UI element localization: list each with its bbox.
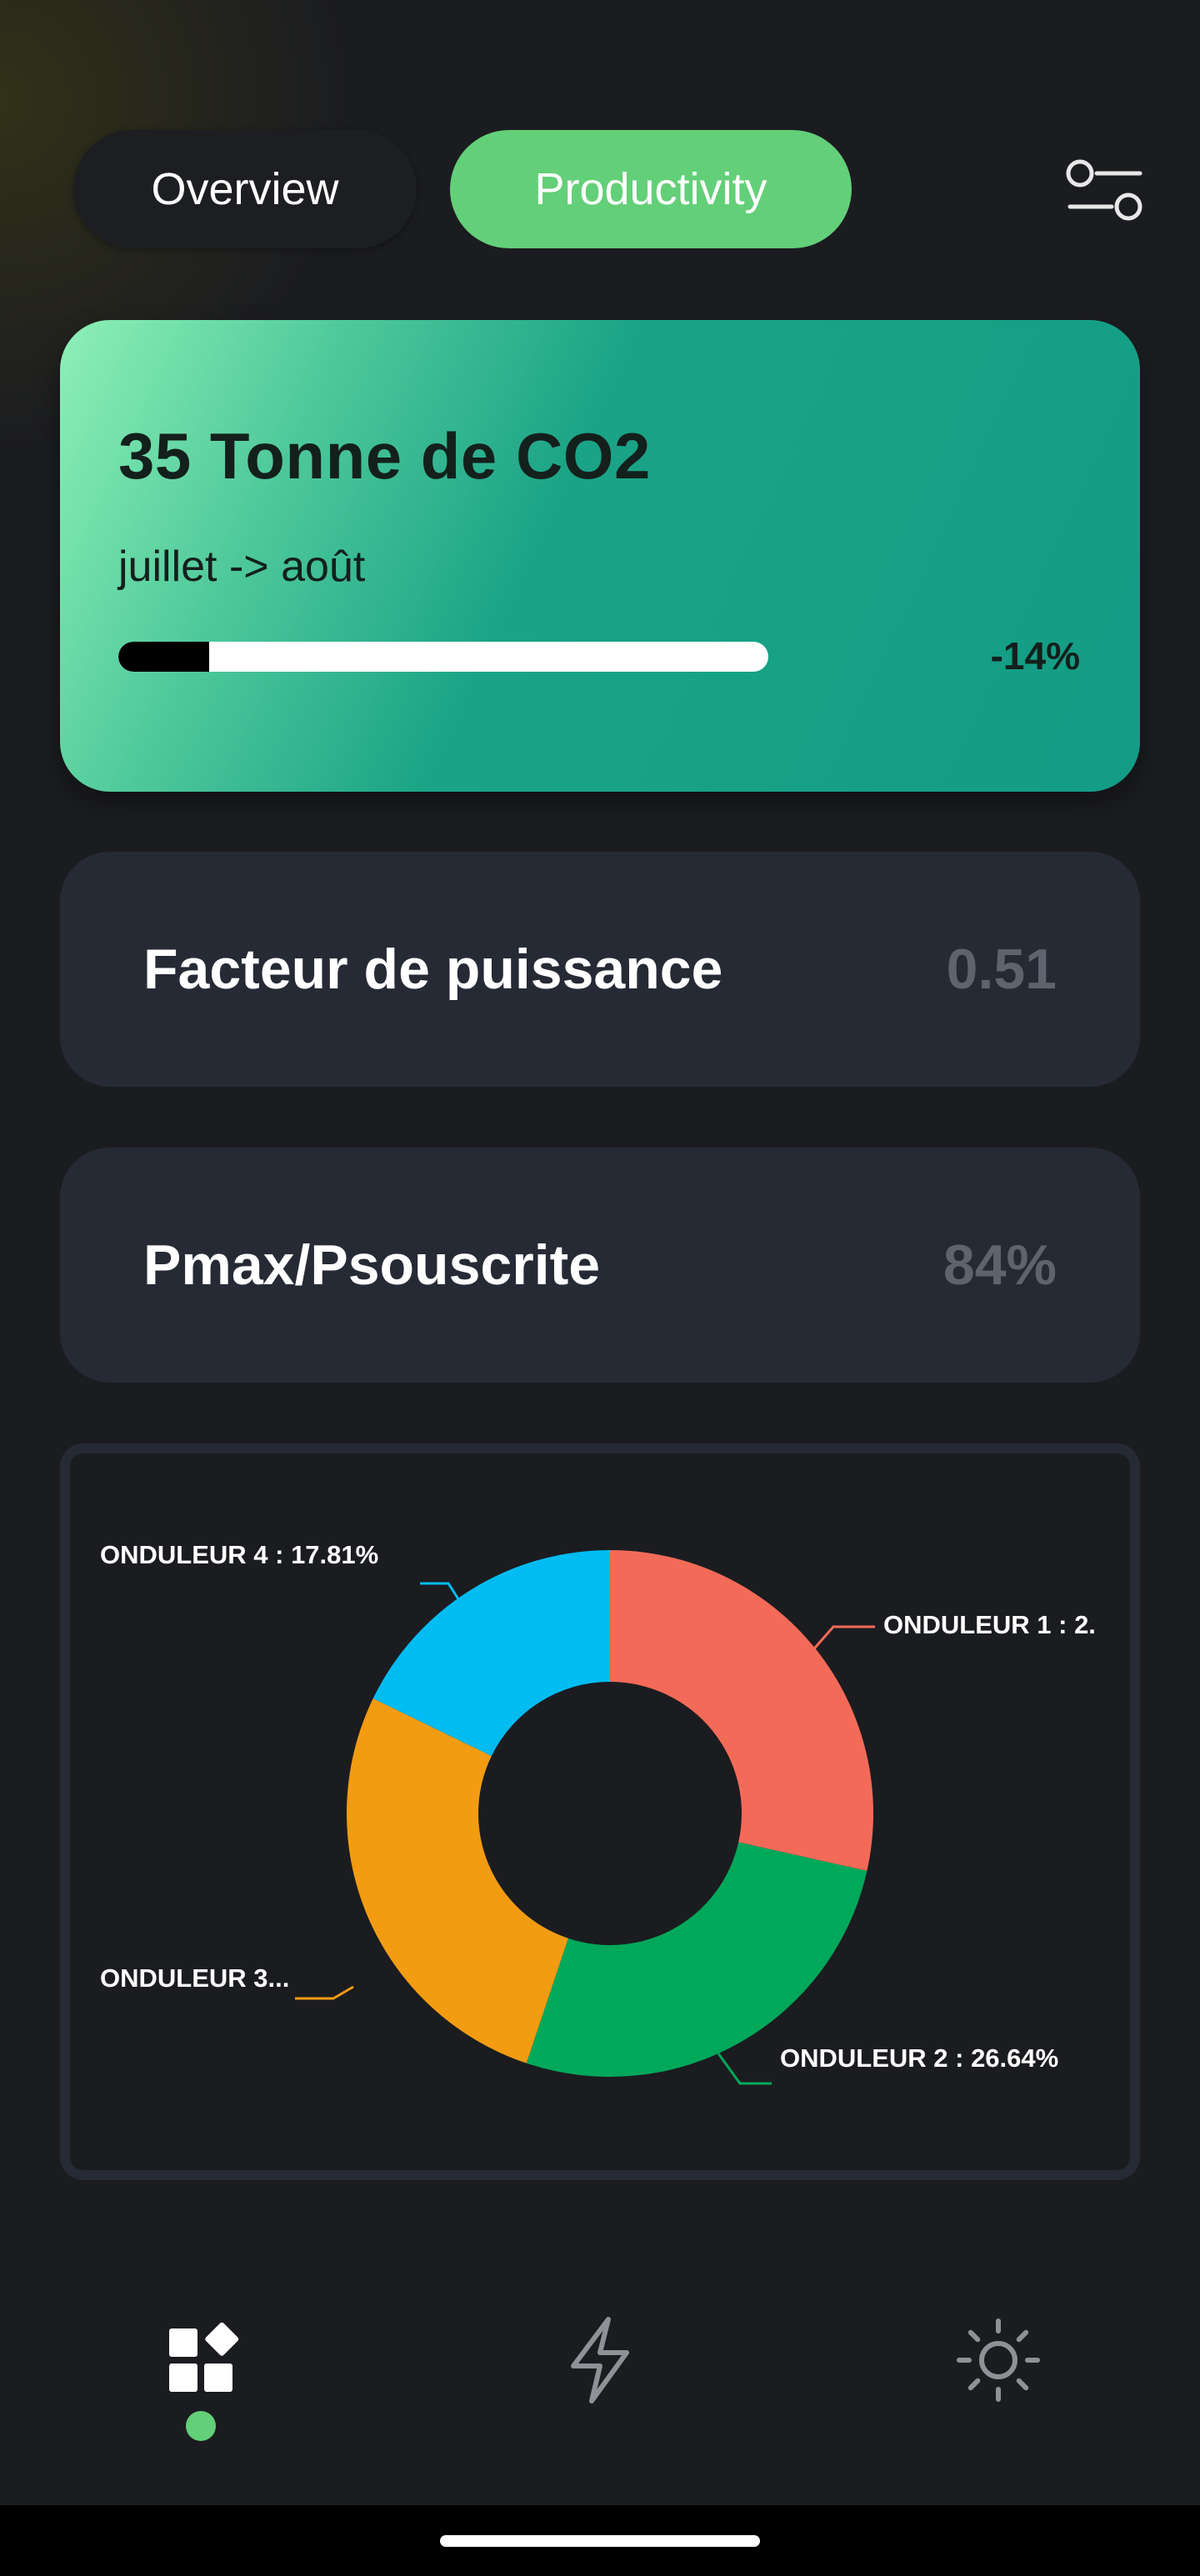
inverter-donut-chart: ONDULEUR 1 : 2. ONDULEUR 2 : 26.64% ONDULE… bbox=[60, 1443, 1140, 2180]
tab-productivity[interactable]: Productivity bbox=[450, 130, 852, 248]
metric-card-pmax[interactable]: Pmax/Psouscrite 84% bbox=[60, 1148, 1140, 1383]
sun-icon bbox=[957, 2318, 1040, 2402]
donut-leader-line-3 bbox=[295, 1985, 354, 2000]
donut-label-2: ONDULEUR 2 : 26.64% bbox=[780, 2043, 1058, 2073]
co2-delta: -14% bbox=[990, 634, 1080, 678]
co2-progress-bar bbox=[118, 642, 768, 672]
donut-label-1: ONDULEUR 1 : 2. bbox=[883, 1610, 1096, 1639]
nav-dashboard[interactable] bbox=[142, 2302, 259, 2418]
co2-period: juillet -> août bbox=[118, 543, 366, 591]
co2-title: 35 Tonne de CO2 bbox=[118, 419, 651, 493]
tab-productivity-label: Productivity bbox=[534, 164, 768, 214]
co2-summary-card: 35 Tonne de CO2 juillet -> août -14% bbox=[60, 320, 1140, 792]
donut-label-4: ONDULEUR 4 : 17.81% bbox=[100, 1540, 378, 1569]
tab-overview-label: Overview bbox=[151, 164, 339, 214]
metric-value: 84% bbox=[942, 1233, 1057, 1297]
nav-energy[interactable] bbox=[542, 2302, 658, 2418]
filter-settings-button[interactable] bbox=[1063, 150, 1147, 233]
home-indicator[interactable] bbox=[440, 2535, 760, 2547]
nav-active-indicator bbox=[186, 2411, 216, 2441]
nav-solar[interactable] bbox=[940, 2302, 1057, 2418]
dashboard-icon bbox=[169, 2322, 239, 2392]
donut-leader-line-1 bbox=[808, 1625, 875, 1654]
donut-slice-3[interactable] bbox=[346, 1698, 568, 2063]
tab-overview[interactable]: Overview bbox=[73, 130, 417, 248]
sliders-icon bbox=[1066, 159, 1142, 221]
bolt-icon bbox=[571, 2317, 629, 2403]
donut-chart-svg: ONDULEUR 1 : 2. ONDULEUR 2 : 26.64% ONDULE… bbox=[100, 1540, 1096, 2085]
donut-label-3: ONDULEUR 3... bbox=[100, 1963, 289, 1993]
metric-value: 0.51 bbox=[946, 938, 1057, 1001]
donut-slice-1[interactable] bbox=[610, 1550, 873, 1871]
donut-leader-line-2 bbox=[717, 2053, 772, 2085]
app-screen: Overview Productivity 35 Tonne de CO2 ju… bbox=[0, 0, 1200, 2576]
co2-progress-fill bbox=[118, 642, 210, 672]
metric-label: Pmax/Psouscrite bbox=[143, 1233, 601, 1297]
donut-slice-2[interactable] bbox=[526, 1842, 868, 2077]
metric-card-power-factor[interactable]: Facteur de puissance 0.51 bbox=[60, 852, 1140, 1087]
metric-label: Facteur de puissance bbox=[143, 938, 723, 1001]
